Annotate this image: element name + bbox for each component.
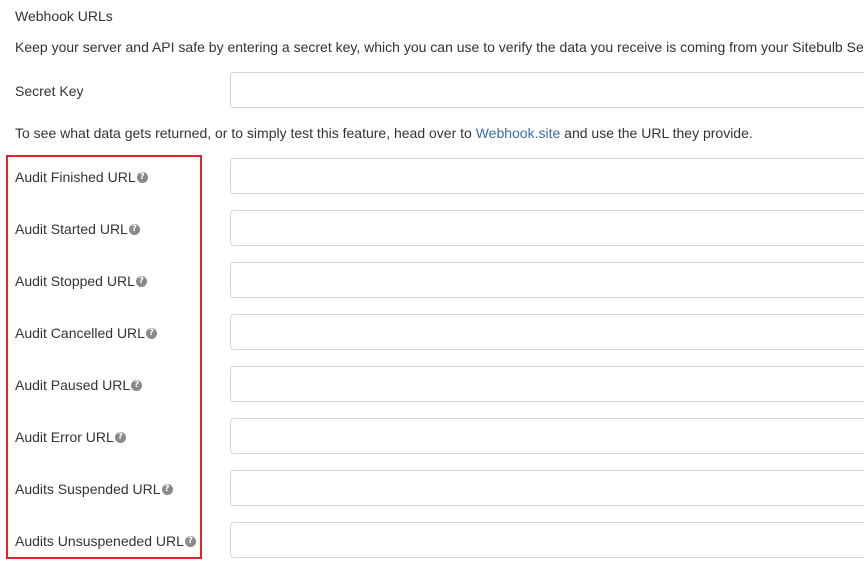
audits-unsuspended-url-input[interactable]	[230, 522, 864, 558]
webhook-label-text: Audits Unsuspeneded URL	[15, 533, 184, 549]
webhook-label: Audit Finished URL?	[15, 167, 148, 187]
webhook-row-audit-paused: Audit Paused URL?	[0, 366, 864, 404]
webhook-row-audit-stopped: Audit Stopped URL?	[0, 262, 864, 300]
question-circle-icon[interactable]: ?	[131, 379, 143, 391]
webhook-site-link[interactable]: Webhook.site	[476, 125, 561, 141]
secret-key-label: Secret Key	[15, 81, 83, 101]
audit-finished-url-input[interactable]	[230, 158, 864, 194]
note-text-before: To see what data gets returned, or to si…	[15, 125, 476, 141]
question-circle-icon[interactable]: ?	[114, 431, 126, 443]
webhook-label: Audit Cancelled URL?	[15, 323, 157, 343]
webhook-note: To see what data gets returned, or to si…	[15, 123, 753, 143]
audit-started-url-input[interactable]	[230, 210, 864, 246]
webhook-label: Audit Stopped URL?	[15, 271, 147, 291]
webhook-label-text: Audit Stopped URL	[15, 273, 135, 289]
audit-error-url-input[interactable]	[230, 418, 864, 454]
question-circle-icon[interactable]: ?	[161, 483, 173, 495]
audits-suspended-url-input[interactable]	[230, 470, 864, 506]
webhook-label: Audit Error URL?	[15, 427, 126, 447]
webhook-label-text: Audit Started URL	[15, 221, 128, 237]
webhook-label: Audit Started URL?	[15, 219, 140, 239]
webhook-label: Audits Suspended URL?	[15, 479, 173, 499]
audit-paused-url-input[interactable]	[230, 366, 864, 402]
intro-text: Keep your server and API safe by enterin…	[15, 39, 864, 55]
question-circle-icon[interactable]: ?	[136, 171, 148, 183]
webhook-row-audit-finished: Audit Finished URL?	[0, 158, 864, 196]
question-circle-icon[interactable]: ?	[184, 535, 196, 547]
webhook-label-text: Audit Cancelled URL	[15, 325, 145, 341]
webhook-label-text: Audit Finished URL	[15, 169, 136, 185]
audit-stopped-url-input[interactable]	[230, 262, 864, 298]
webhook-row-audits-unsuspended: Audits Unsuspeneded URL?	[0, 522, 864, 560]
section-title: Webhook URLs	[15, 8, 113, 24]
question-circle-icon[interactable]: ?	[145, 327, 157, 339]
webhook-label: Audits Unsuspeneded URL?	[15, 531, 196, 551]
note-text-after: and use the URL they provide.	[560, 125, 753, 141]
webhook-row-audit-error: Audit Error URL?	[0, 418, 864, 456]
secret-key-label-text: Secret Key	[15, 83, 84, 99]
webhook-row-audit-started: Audit Started URL?	[0, 210, 864, 248]
webhook-row-audits-suspended: Audits Suspended URL?	[0, 470, 864, 508]
question-circle-icon[interactable]: ?	[135, 275, 147, 287]
webhook-label-text: Audit Error URL	[15, 429, 114, 445]
secret-key-input[interactable]	[230, 72, 864, 108]
question-circle-icon[interactable]: ?	[128, 223, 140, 235]
webhook-label-text: Audits Suspended URL	[15, 481, 161, 497]
webhook-settings-panel: Webhook URLs Keep your server and API sa…	[0, 0, 864, 566]
secret-key-row: Secret Key	[0, 72, 864, 110]
audit-cancelled-url-input[interactable]	[230, 314, 864, 350]
webhook-label: Audit Paused URL?	[15, 375, 143, 395]
webhook-label-text: Audit Paused URL	[15, 377, 131, 393]
webhook-row-audit-cancelled: Audit Cancelled URL?	[0, 314, 864, 352]
